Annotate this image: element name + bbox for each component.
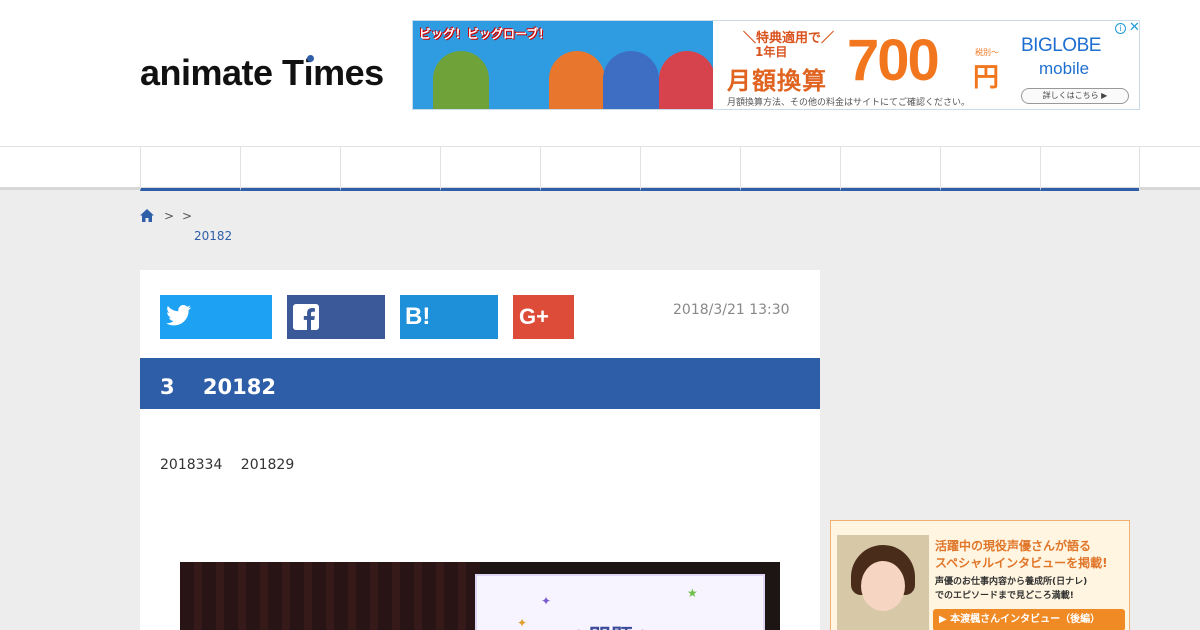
ad-person-2 [549,51,605,109]
star-icon: ★ [687,586,698,600]
nav-item-9[interactable] [940,147,1040,191]
site-logo[interactable]: animate Ti mes [140,52,384,94]
twitter-share-button[interactable] [160,295,272,339]
stage-curtain [180,562,480,630]
twitter-icon [166,305,192,326]
logo-i: i [303,52,314,93]
home-icon[interactable] [140,209,154,223]
hatena-bookmark-button[interactable]: B! [400,295,498,339]
hatena-icon: B! [405,303,431,330]
logo-text-b: te T [241,52,305,93]
banner-person-face [861,561,905,611]
ad-brand-sub: mobile [1039,59,1090,78]
logo-dot [306,55,314,62]
google-plus-share-button[interactable]: G+ [513,295,574,339]
ad-year: 1年目 [755,45,788,59]
ad-details-button[interactable]: 詳しくはこちら ▶ [1021,88,1129,104]
nav-item-5[interactable] [540,147,640,191]
article-card: B! G+ 2018/3/21 13:30 3 20182 2018334 20… [140,270,820,630]
nav-item-1[interactable] [140,147,240,191]
banner-photo [837,535,929,630]
logo-text-c: mes [313,52,384,93]
ad-brand: BIGLOBE [1021,35,1101,56]
ad-price: 700 [847,28,940,93]
article-title-bar: 3 20182 [140,358,820,409]
article-title: 3 20182 [160,375,276,399]
google-plus-icon: G+ [519,304,549,329]
banner-interview-button[interactable]: ▶ 本渡楓さんインタビュー（後編） [933,609,1125,630]
stage-screen-text: ☆問題☆ [569,620,652,630]
ad-close-icon[interactable]: ✕ [1129,21,1139,35]
global-nav [0,146,1200,191]
article-date: 2018/3/21 13:30 [673,302,790,318]
ad-info-icon[interactable]: i [1115,23,1126,34]
logo-text-a: anima [140,52,242,93]
breadcrumb-separator: > [164,209,175,223]
site-header: animate Ti mes ビッグ！ビッグローブ！ ＼特典適用で／ 1年目 月額… [0,0,1200,146]
breadcrumb-current: 20182 [194,229,233,243]
nav-item-6[interactable] [640,147,740,191]
ad-yen: 円 [973,63,1000,93]
nav-item-3[interactable] [340,147,440,191]
ad-monthly: 月額換算 [727,67,827,95]
ad-brand-area: BIGLOBE mobile 詳しくはこちら ▶ [1013,21,1139,109]
stage-screen: ✦ ★ ✦ ☆問題☆ [475,574,765,630]
star-icon: ✦ [517,616,528,630]
ad-offer: ＼特典適用で／ 1年目 月額換算 700 税別～ 円 月額換算方法、その他の料金… [713,21,1013,109]
nav-item-2[interactable] [240,147,340,191]
article-photo: ✦ ★ ✦ ☆問題☆ [180,562,780,630]
banner-line-4: でのエピソードまで見どころ満載! [935,591,1074,601]
nav-item-4[interactable] [440,147,540,191]
nav-item-7[interactable] [740,147,840,191]
ad-person-3 [603,51,659,109]
ad-title: ビッグ！ビッグローブ！ [419,27,551,41]
nav-divider [1139,147,1140,191]
header-ad-banner[interactable]: ビッグ！ビッグローブ！ ＼特典適用で／ 1年目 月額換算 700 税別～ 円 月… [412,20,1140,110]
banner-line-2: スペシャルインタビューを掲載! [935,556,1108,570]
ad-person-1 [433,51,489,109]
banner-line-1: 活躍中の現役声優さんが語る [935,539,1092,553]
nav-item-10[interactable] [1040,147,1140,191]
facebook-share-button[interactable] [287,295,385,339]
banner-line-3: 声優のお仕事内容から養成所(日ナレ) [935,577,1088,587]
nav-item-8[interactable] [840,147,940,191]
ad-small-note: 月額換算方法、その他の料金はサイトにてご確認ください。 [727,98,971,108]
facebook-icon [293,304,319,330]
sidebar-interview-banner[interactable]: 活躍中の現役声優さんが語る スペシャルインタビューを掲載! 声優のお仕事内容から… [830,520,1130,630]
article-lead: 2018334 201829 [160,457,295,473]
ad-person-4 [659,51,713,109]
breadcrumb-separator: > [182,209,193,223]
star-icon: ✦ [541,594,552,608]
ad-image-left: ビッグ！ビッグローブ！ [413,21,713,109]
